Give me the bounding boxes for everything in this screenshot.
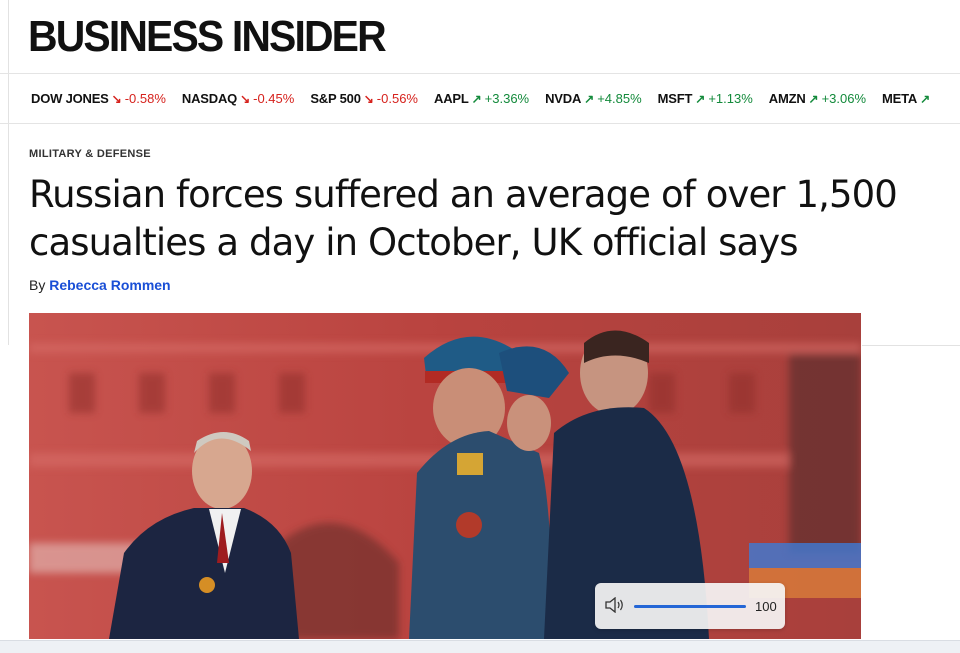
stock-ticker: DOW JONES ↘ -0.58% NASDAQ ↘ -0.45% S&P 500 ↘ -0.… (0, 74, 960, 124)
arrow-up-right-icon: ↗ (471, 91, 482, 106)
right-divider (862, 345, 960, 346)
ticker-item[interactable]: S&P 500 ↘ -0.56% (310, 91, 418, 106)
ticker-symbol: DOW JONES (31, 91, 109, 106)
ticker-change: +4.85% (597, 91, 642, 106)
ticker-item[interactable]: NVDA ↗ +4.85% (545, 91, 642, 106)
ticker-change: -0.58% (124, 91, 166, 106)
arrow-up-right-icon: ↗ (695, 91, 706, 106)
speaker-icon[interactable] (605, 596, 625, 618)
arrow-down-right-icon: ↘ (363, 91, 374, 106)
ticker-list: DOW JONES ↘ -0.58% NASDAQ ↘ -0.45% S&P 500 ↘ -0.… (31, 91, 949, 106)
ticker-change: +3.36% (484, 91, 530, 106)
volume-value: 100 (755, 599, 777, 614)
ticker-symbol: AMZN (768, 91, 806, 106)
ticker-change: -0.56% (376, 91, 418, 106)
article-category[interactable]: MILITARY & DEFENSE (29, 148, 151, 160)
ticker-item[interactable]: META ↗ (882, 91, 933, 106)
byline-prefix: By (29, 277, 46, 293)
media-volume-control: 100 (595, 583, 785, 629)
author-link[interactable]: Rebecca Rommen (49, 277, 170, 293)
ticker-change: -0.45% (253, 91, 295, 106)
ticker-change: +3.06% (821, 91, 867, 106)
ticker-symbol: MSFT (657, 91, 693, 106)
arrow-up-right-icon: ↗ (808, 91, 819, 106)
byline: By Rebecca Rommen (29, 277, 171, 293)
ticker-item[interactable]: AAPL ↗ +3.36% (434, 91, 529, 106)
ticker-symbol: NVDA (545, 91, 582, 106)
arrow-down-right-icon: ↘ (240, 91, 251, 106)
ticker-item[interactable]: DOW JONES ↘ -0.58% (31, 91, 166, 106)
ticker-change: +1.13% (708, 91, 753, 106)
ticker-symbol: NASDAQ (181, 91, 238, 106)
ticker-item[interactable]: NASDAQ ↘ -0.45% (182, 91, 294, 106)
ticker-item[interactable]: MSFT ↗ +1.13% (658, 91, 753, 106)
business-insider-logo[interactable]: BUSINESS INSIDER (28, 14, 387, 60)
site-header: BUSINESS INSIDER (0, 0, 960, 74)
volume-slider[interactable] (634, 605, 746, 608)
ticker-symbol: AAPL (434, 91, 469, 106)
ticker-symbol: S&P 500 (310, 91, 361, 106)
arrow-up-right-icon: ↗ (584, 91, 595, 106)
arrow-down-right-icon: ↘ (111, 91, 122, 106)
ticker-item[interactable]: AMZN ↗ +3.06% (769, 91, 866, 106)
ticker-symbol: META (882, 91, 918, 106)
bottom-toolbar (0, 640, 960, 653)
article-headline: Russian forces suffered an average of ov… (29, 173, 898, 264)
arrow-up-right-icon: ↗ (920, 91, 931, 106)
